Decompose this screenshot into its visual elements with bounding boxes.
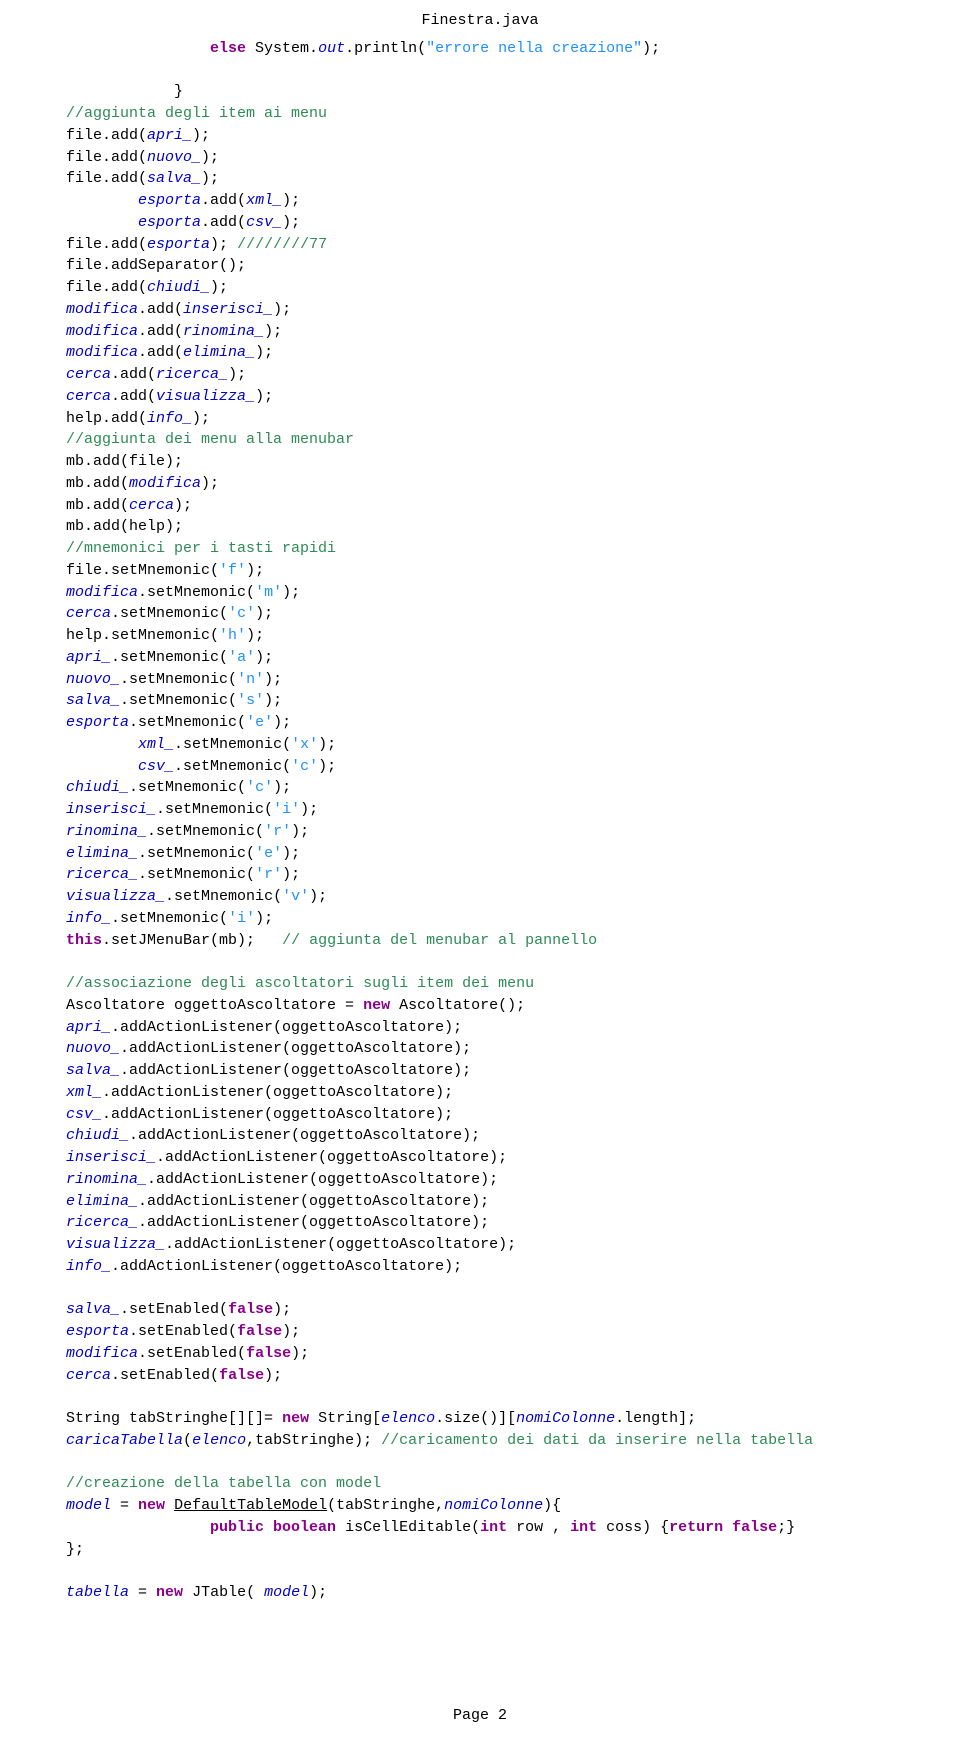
code-line: modifica.add(inserisci_); [30, 299, 930, 321]
code-line: elimina_.setMnemonic('e'); [30, 843, 930, 865]
code-line [30, 1278, 930, 1300]
document-page: Finestra.java else System.out.println("e… [0, 0, 960, 1747]
code-line: modifica.add(elimina_); [30, 342, 930, 364]
code-line: else System.out.println("errore nella cr… [30, 38, 930, 60]
code-line: caricaTabella(elenco,tabStringhe); //car… [30, 1430, 930, 1452]
code-line: file.add(nuovo_); [30, 147, 930, 169]
code-line: Ascoltatore oggettoAscoltatore = new Asc… [30, 995, 930, 1017]
code-line [30, 60, 930, 82]
code-line: mb.add(help); [30, 516, 930, 538]
code-line: modifica.setMnemonic('m'); [30, 582, 930, 604]
code-line: mb.add(modifica); [30, 473, 930, 495]
page-footer: Page 2 [0, 1705, 960, 1727]
code-block: else System.out.println("errore nella cr… [30, 38, 930, 1604]
code-line: chiudi_.setMnemonic('c'); [30, 777, 930, 799]
code-line: file.add(salva_); [30, 168, 930, 190]
code-line: ricerca_.setMnemonic('r'); [30, 864, 930, 886]
code-line: chiudi_.addActionListener(oggettoAscolta… [30, 1125, 930, 1147]
code-line: } [30, 81, 930, 103]
code-line: }; [30, 1539, 930, 1561]
code-line: info_.addActionListener(oggettoAscoltato… [30, 1256, 930, 1278]
code-line: help.add(info_); [30, 408, 930, 430]
code-line: elimina_.addActionListener(oggettoAscolt… [30, 1191, 930, 1213]
code-line: file.add(esporta); ////////77 [30, 234, 930, 256]
code-line: esporta.setEnabled(false); [30, 1321, 930, 1343]
code-line [30, 1386, 930, 1408]
code-line: cerca.add(visualizza_); [30, 386, 930, 408]
code-line: esporta.add(csv_); [30, 212, 930, 234]
code-line: cerca.setEnabled(false); [30, 1365, 930, 1387]
code-line: inserisci_.setMnemonic('i'); [30, 799, 930, 821]
code-line: tabella = new JTable( model); [30, 1582, 930, 1604]
code-line: apri_.setMnemonic('a'); [30, 647, 930, 669]
code-line: salva_.setEnabled(false); [30, 1299, 930, 1321]
code-line: file.add(chiudi_); [30, 277, 930, 299]
code-line: mb.add(cerca); [30, 495, 930, 517]
code-line: visualizza_.setMnemonic('v'); [30, 886, 930, 908]
code-line: xml_.setMnemonic('x'); [30, 734, 930, 756]
code-line: //creazione della tabella con model [30, 1473, 930, 1495]
code-line: cerca.setMnemonic('c'); [30, 603, 930, 625]
code-line: csv_.setMnemonic('c'); [30, 756, 930, 778]
code-line: visualizza_.addActionListener(oggettoAsc… [30, 1234, 930, 1256]
code-line: //aggiunta dei menu alla menubar [30, 429, 930, 451]
code-line: nuovo_.setMnemonic('n'); [30, 669, 930, 691]
code-line: nuovo_.addActionListener(oggettoAscoltat… [30, 1038, 930, 1060]
code-line: //aggiunta degli item ai menu [30, 103, 930, 125]
code-line: salva_.setMnemonic('s'); [30, 690, 930, 712]
code-line [30, 951, 930, 973]
code-line: String tabStringhe[][]= new String[elenc… [30, 1408, 930, 1430]
code-line: file.setMnemonic('f'); [30, 560, 930, 582]
code-line: esporta.setMnemonic('e'); [30, 712, 930, 734]
code-line: info_.setMnemonic('i'); [30, 908, 930, 930]
code-line: //mnemonici per i tasti rapidi [30, 538, 930, 560]
code-line [30, 1560, 930, 1582]
code-line: file.addSeparator(); [30, 255, 930, 277]
code-line: mb.add(file); [30, 451, 930, 473]
code-line: modifica.add(rinomina_); [30, 321, 930, 343]
code-line: //associazione degli ascoltatori sugli i… [30, 973, 930, 995]
code-line: public boolean isCellEditable(int row , … [30, 1517, 930, 1539]
code-line: xml_.addActionListener(oggettoAscoltator… [30, 1082, 930, 1104]
code-line: model = new DefaultTableModel(tabStringh… [30, 1495, 930, 1517]
code-line: ricerca_.addActionListener(oggettoAscolt… [30, 1212, 930, 1234]
document-title: Finestra.java [30, 10, 930, 32]
code-line: file.add(apri_); [30, 125, 930, 147]
code-line: salva_.addActionListener(oggettoAscoltat… [30, 1060, 930, 1082]
code-line: inserisci_.addActionListener(oggettoAsco… [30, 1147, 930, 1169]
code-line: esporta.add(xml_); [30, 190, 930, 212]
code-line: modifica.setEnabled(false); [30, 1343, 930, 1365]
code-line: help.setMnemonic('h'); [30, 625, 930, 647]
code-line: cerca.add(ricerca_); [30, 364, 930, 386]
code-line [30, 1452, 930, 1474]
code-line: rinomina_.addActionListener(oggettoAscol… [30, 1169, 930, 1191]
code-line: rinomina_.setMnemonic('r'); [30, 821, 930, 843]
code-line: apri_.addActionListener(oggettoAscoltato… [30, 1017, 930, 1039]
code-line: csv_.addActionListener(oggettoAscoltator… [30, 1104, 930, 1126]
code-line: this.setJMenuBar(mb); // aggiunta del me… [30, 930, 930, 952]
